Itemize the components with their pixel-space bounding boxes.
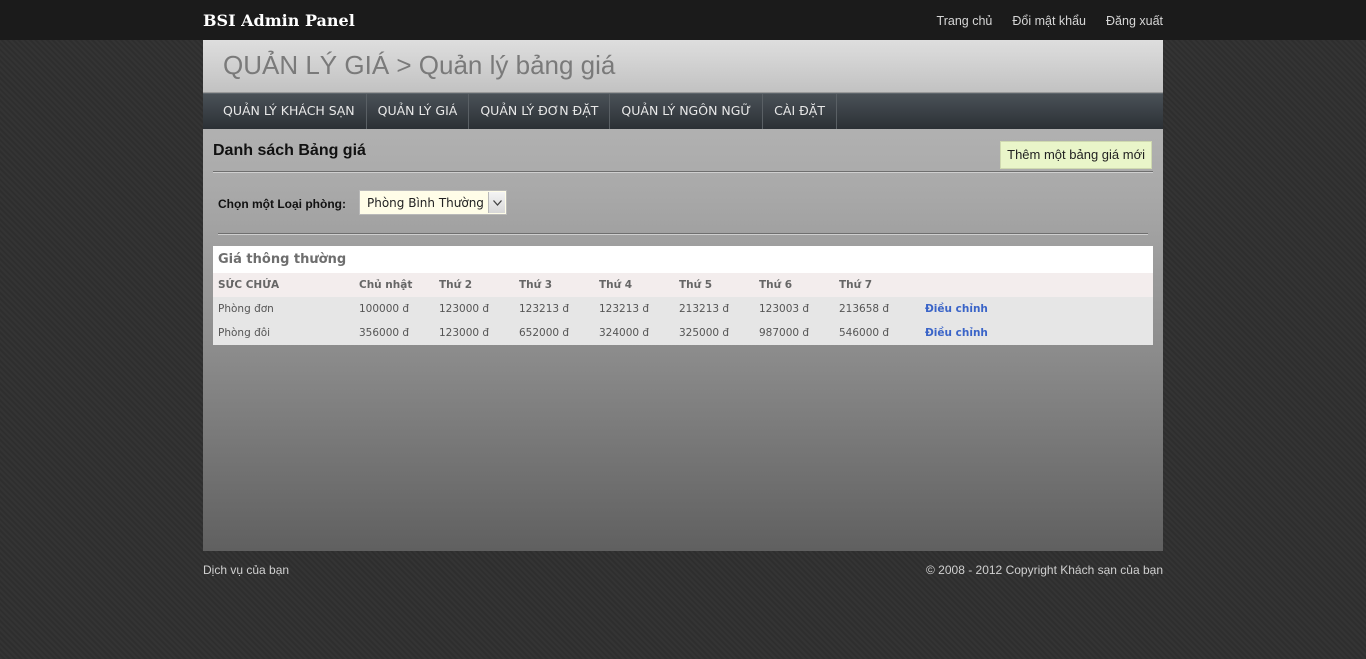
price-cell: 356000 đ <box>359 327 410 339</box>
column-header: Thứ 6 <box>759 273 839 297</box>
top-links: Trang chủ Đổi mật khẩu Đăng xuất <box>937 14 1163 28</box>
price-cell: 324000 đ <box>599 327 650 339</box>
content-title: Danh sách Bảng giá <box>213 142 366 159</box>
room-type-selected-value: Phòng Bình Thường <box>367 196 484 210</box>
price-panel: Giá thông thường SỨC CHỨA Chủ nhật Thứ 2… <box>213 246 1153 345</box>
price-cell: 987000 đ <box>759 327 810 339</box>
page-title: QUẢN LÝ GIÁ > Quản lý bảng giá <box>223 50 616 80</box>
price-cell: 213213 đ <box>679 303 730 315</box>
logout-link[interactable]: Đăng xuất <box>1106 14 1163 28</box>
column-header: Thứ 2 <box>439 273 519 297</box>
footer-copyright: © 2008 - 2012 Copyright Khách sạn của bạ… <box>926 563 1163 577</box>
chevron-down-icon[interactable] <box>488 192 505 213</box>
add-price-table-button[interactable]: Thêm một bảng giá mới <box>1000 141 1152 169</box>
divider <box>213 171 1153 173</box>
table-row: Phòng đơn 100000 đ 123000 đ 123213 đ 123… <box>213 297 1153 321</box>
footer-service-text: Dịch vụ của bạn <box>203 563 290 577</box>
price-cell: 213658 đ <box>839 303 890 315</box>
price-cell: 123003 đ <box>759 303 810 315</box>
home-link[interactable]: Trang chủ <box>937 14 993 28</box>
room-type-label: Chọn một Loại phòng: <box>218 197 346 211</box>
main-container: QUẢN LÝ GIÁ > Quản lý bảng giá QUẢN LÝ K… <box>203 40 1163 551</box>
change-password-link[interactable]: Đổi mật khẩu <box>1012 14 1086 28</box>
edit-link[interactable]: Điều chỉnh <box>925 321 1153 345</box>
price-cell: 123000 đ <box>439 327 490 339</box>
brand-title: BSI Admin Panel <box>203 11 355 30</box>
column-header: Thứ 5 <box>679 273 759 297</box>
top-bar: BSI Admin Panel Trang chủ Đổi mật khẩu Đ… <box>0 0 1366 40</box>
column-header-empty <box>925 273 1153 297</box>
column-header: SỨC CHỨA <box>213 273 359 297</box>
column-header: Chủ nhật <box>359 273 439 297</box>
nav-item-order-management[interactable]: QUẢN LÝ ĐƠN ĐẶT <box>469 94 611 129</box>
price-cell: 100000 đ <box>359 303 410 315</box>
price-cell: 325000 đ <box>679 327 730 339</box>
column-header: Thứ 4 <box>599 273 679 297</box>
room-name-cell: Phòng đơn <box>218 303 274 315</box>
price-panel-title: Giá thông thường <box>213 246 1153 273</box>
price-table: SỨC CHỨA Chủ nhật Thứ 2 Thứ 3 Thứ 4 Thứ … <box>213 273 1153 345</box>
price-cell: 123213 đ <box>519 303 570 315</box>
price-cell: 123000 đ <box>439 303 490 315</box>
price-cell: 123213 đ <box>599 303 650 315</box>
divider <box>218 233 1148 235</box>
column-header: Thứ 7 <box>839 273 925 297</box>
table-row: Phòng đôi 356000 đ 123000 đ 652000 đ 324… <box>213 321 1153 345</box>
room-name-cell: Phòng đôi <box>218 327 271 339</box>
price-cell: 546000 đ <box>839 327 890 339</box>
nav-item-price-management[interactable]: QUẢN LÝ GIÁ <box>367 94 470 129</box>
edit-link[interactable]: Điều chỉnh <box>925 297 1153 321</box>
nav-item-hotel-management[interactable]: QUẢN LÝ KHÁCH SẠN <box>203 94 367 129</box>
table-header-row: SỨC CHỨA Chủ nhật Thứ 2 Thứ 3 Thứ 4 Thứ … <box>213 273 1153 297</box>
room-type-select[interactable]: Phòng Bình Thường <box>359 190 507 215</box>
page-header: QUẢN LÝ GIÁ > Quản lý bảng giá <box>203 40 1163 93</box>
nav-item-settings[interactable]: CÀI ĐẶT <box>763 94 837 129</box>
price-cell: 652000 đ <box>519 327 570 339</box>
nav-item-language-management[interactable]: QUẢN LÝ NGÔN NGỮ <box>610 94 764 129</box>
column-header: Thứ 3 <box>519 273 599 297</box>
main-nav: QUẢN LÝ KHÁCH SẠN QUẢN LÝ GIÁ QUẢN LÝ ĐƠ… <box>203 93 1163 129</box>
